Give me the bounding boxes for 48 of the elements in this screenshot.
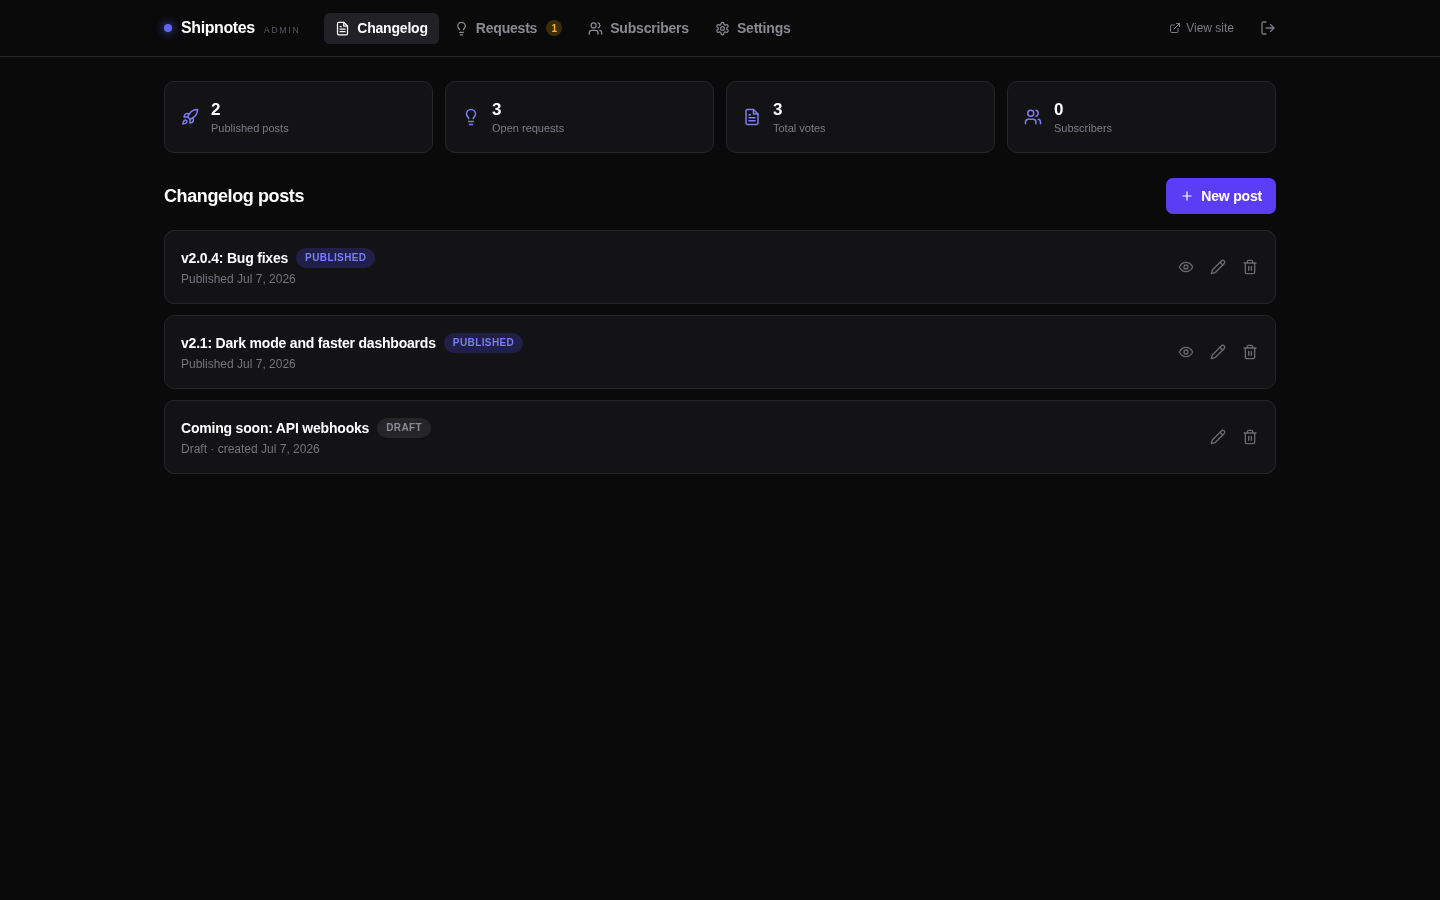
post-row[interactable]: v2.0.4: Bug fixes PUBLISHED Published Jul 7, 2026: [164, 230, 1276, 304]
view-site-link[interactable]: View site: [1169, 21, 1234, 35]
stat-value: 2: [211, 99, 221, 120]
nav-tab[interactable]: Settings: [703, 12, 802, 44]
eye-icon: [1178, 259, 1194, 275]
stat-label: Open requests: [492, 120, 565, 135]
post-title: v2.1: Dark mode and faster dashboards: [181, 335, 436, 351]
stat-label: Published posts: [211, 120, 289, 135]
nav-tab[interactable]: Subscribers: [577, 12, 700, 44]
trash-icon: [1242, 429, 1258, 445]
plus-icon: [1180, 189, 1195, 203]
pencil-icon: [1210, 429, 1226, 445]
section-title: Changelog posts: [164, 185, 304, 207]
stat-value: 3: [492, 99, 502, 120]
post-date: Draft · created Jul 7, 2026: [181, 442, 320, 456]
post-row[interactable]: v2.1: Dark mode and faster dashboards PUBLISHED Published Jul 7, 2026: [164, 315, 1276, 389]
nav-tab[interactable]: Requests 1: [442, 12, 574, 44]
logout-icon: [1260, 20, 1276, 36]
post-title: v2.0.4: Bug fixes: [181, 250, 289, 266]
document-icon: [335, 20, 351, 36]
eye-icon: [1178, 344, 1194, 360]
users-icon: [588, 20, 604, 36]
rocket-icon: [181, 108, 199, 126]
stat-value: 0: [1054, 99, 1064, 120]
settings-icon: [714, 20, 730, 36]
post-row[interactable]: Coming soon: API webhooks DRAFT Draft · created Jul 7, 2026: [164, 400, 1276, 474]
new-post-button[interactable]: New post: [1166, 178, 1276, 214]
brand-name: Shipnotes: [181, 19, 255, 37]
post-date: Published Jul 7, 2026: [181, 272, 296, 286]
pencil-icon: [1210, 259, 1226, 275]
logo-dot-icon: [164, 24, 172, 32]
external-link-icon: [1169, 22, 1182, 34]
users-icon: [1024, 108, 1042, 126]
post-date: Published Jul 7, 2026: [181, 357, 296, 371]
count-badge: 1: [546, 20, 563, 36]
status-badge: PUBLISHED: [443, 333, 524, 353]
stat-label: Total votes: [773, 120, 826, 135]
trash-icon: [1242, 259, 1258, 275]
status-badge: PUBLISHED: [296, 248, 376, 268]
stat-value: 3: [773, 99, 783, 120]
nav-tab[interactable]: Changelog: [324, 12, 439, 44]
stat-label: Subscribers: [1054, 120, 1113, 135]
trash-icon: [1242, 344, 1258, 360]
document-icon: [743, 108, 761, 126]
post-title: Coming soon: API webhooks: [181, 420, 370, 436]
status-badge: DRAFT: [377, 418, 432, 438]
pencil-icon: [1210, 344, 1226, 360]
admin-label: ADMIN: [263, 24, 301, 35]
